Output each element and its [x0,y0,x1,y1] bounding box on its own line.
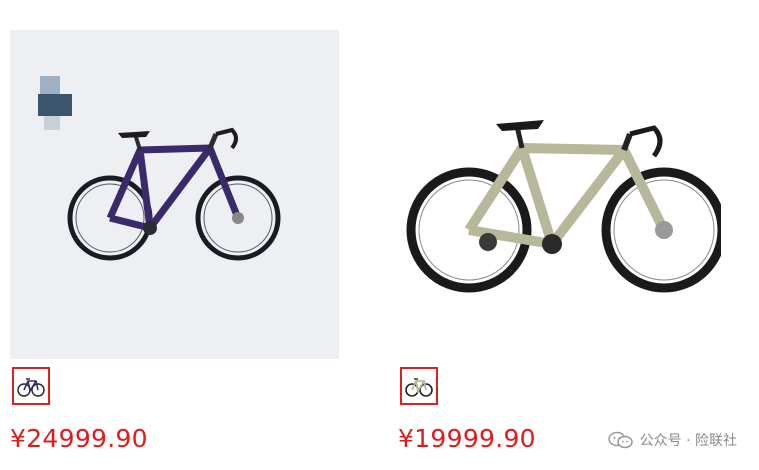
product-thumbnail-1[interactable] [12,367,50,405]
watermark-text: 公众号 · 险联社 [639,433,737,449]
wechat-icon [607,431,634,449]
watermark: 公众号 · 险联社 [607,430,737,450]
product-thumbnail-2[interactable] [400,367,438,405]
bike-illustration [406,120,721,293]
brand-badge [38,76,74,130]
bike-thumbnail-icon [405,378,433,397]
product-main-image-1[interactable] [10,30,339,359]
product-price: ¥24999.90 [10,424,148,453]
bike-thumbnail-icon [17,378,45,397]
product-price: ¥19999.90 [398,424,536,453]
product-main-image-2[interactable] [392,30,721,359]
